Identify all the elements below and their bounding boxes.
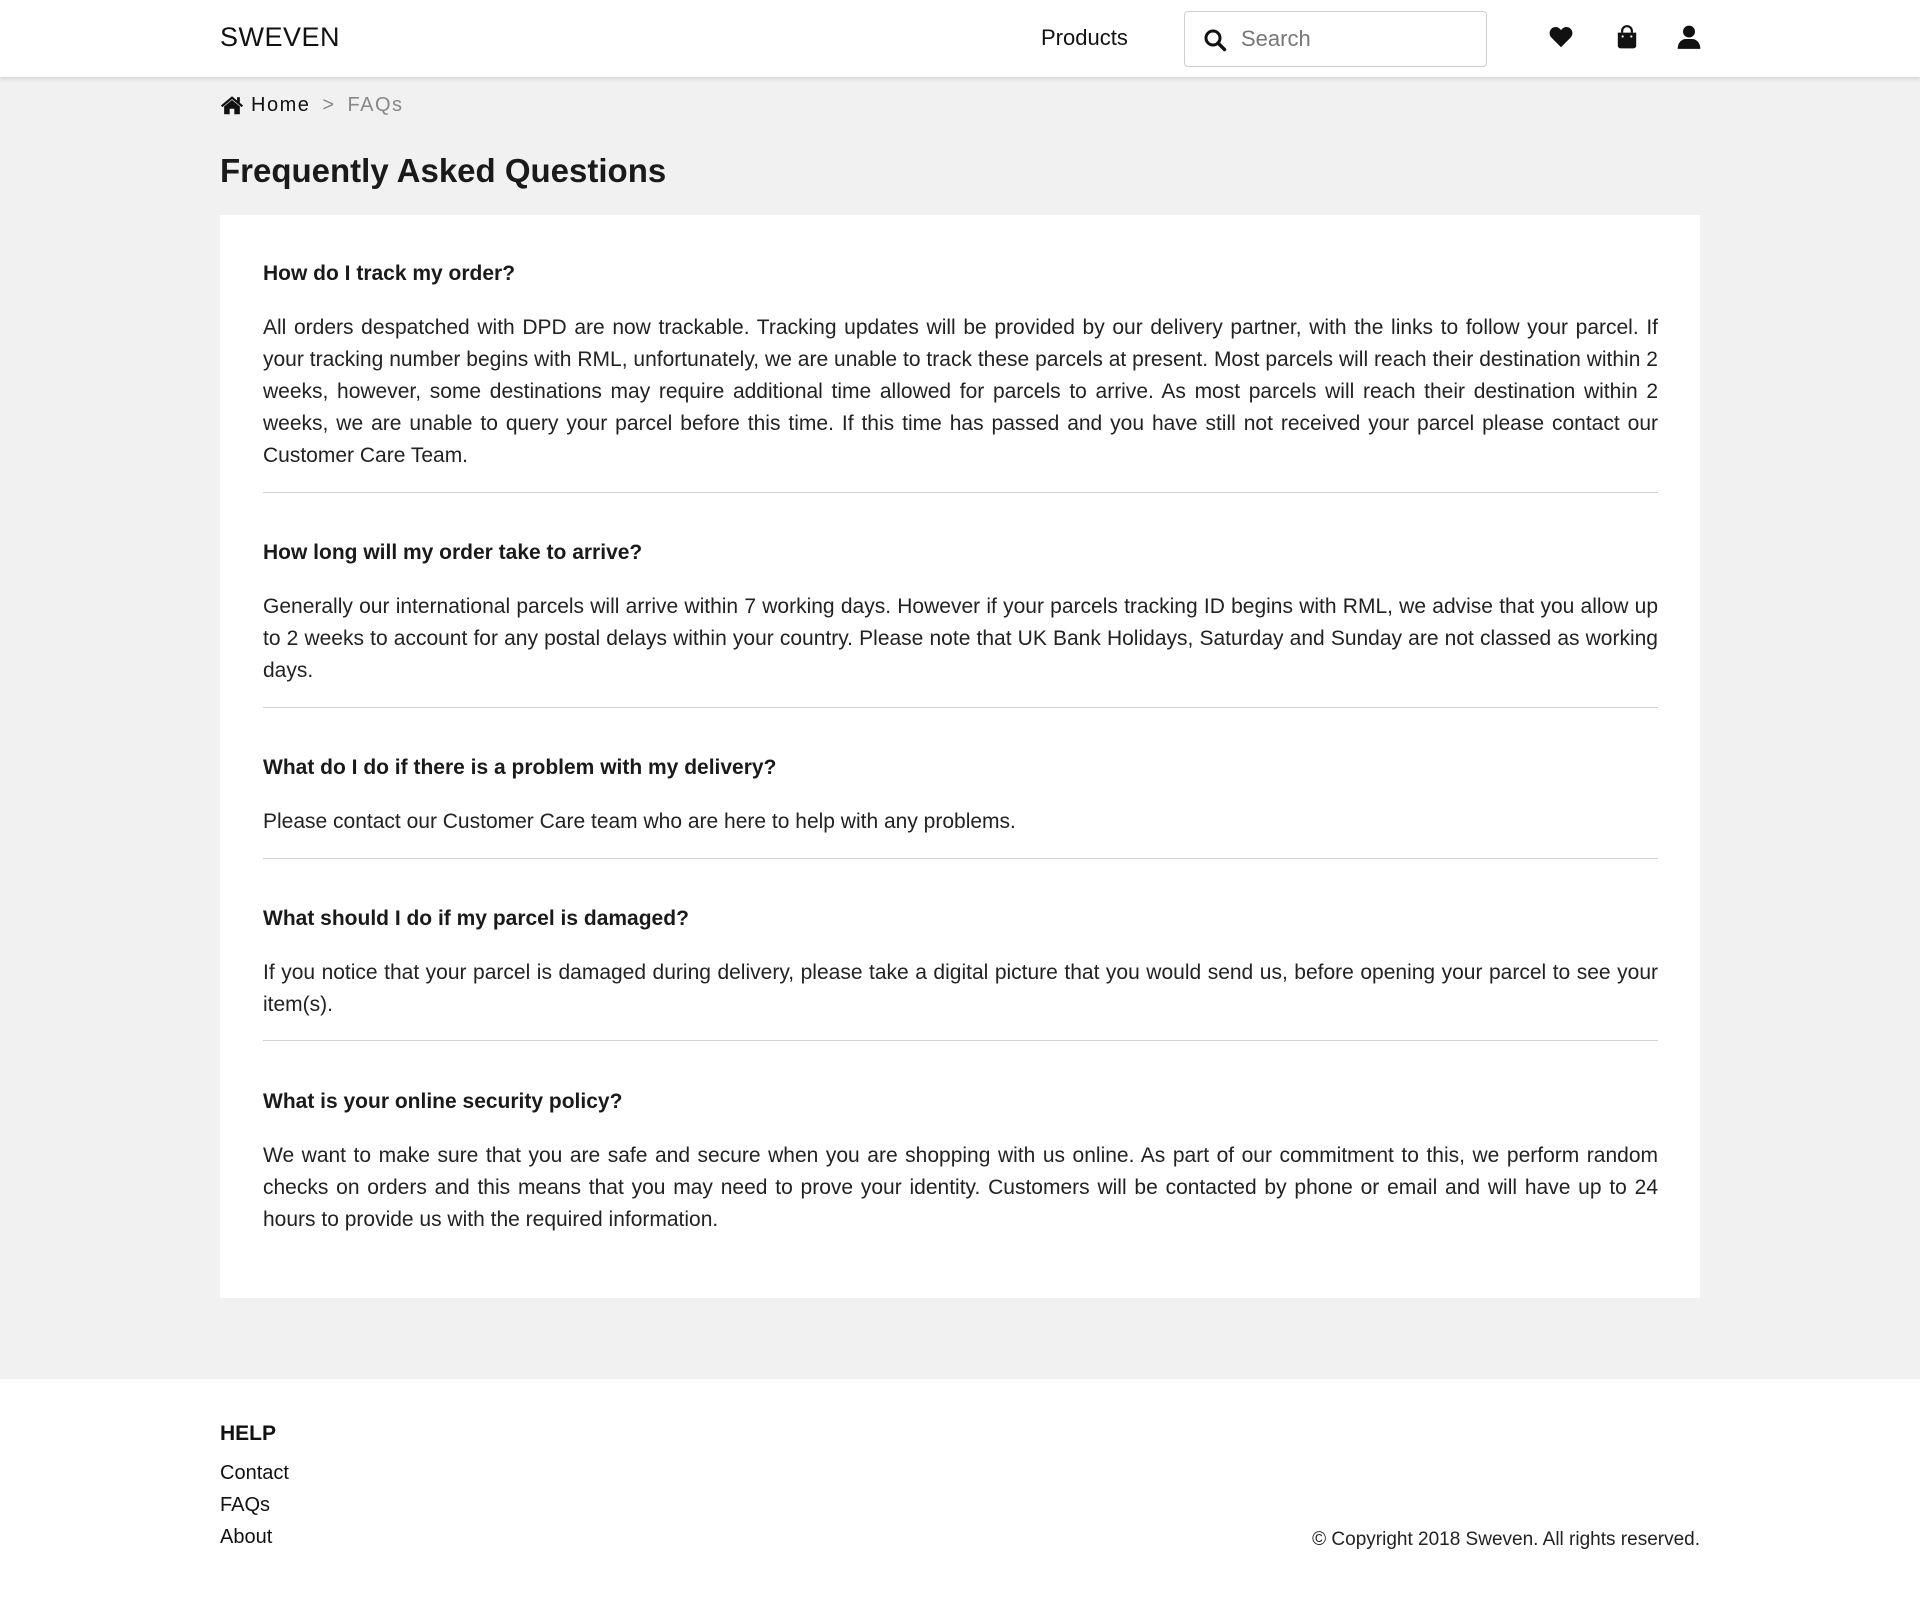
copyright-text: © Copyright 2018 Sweven. All rights rese… <box>1312 1529 1700 1550</box>
faq-question: What should I do if my parcel is damaged… <box>263 907 689 930</box>
footer-help-heading: HELP <box>220 1422 277 1445</box>
user-icon[interactable] <box>1676 24 1702 50</box>
faq-question: How do I track my order? <box>263 262 516 285</box>
search-box[interactable] <box>1184 11 1487 67</box>
site-footer: HELP Contact FAQs About © Copyright 2018… <box>0 1379 1920 1617</box>
faq-item: What do I do if there is a problem with … <box>263 752 1658 838</box>
shopping-bag-icon[interactable] <box>1614 24 1640 50</box>
faq-divider <box>263 707 1658 708</box>
faq-card: How do I track my order? All orders desp… <box>220 215 1700 1298</box>
faq-divider <box>263 858 1658 859</box>
faq-question: How long will my order take to arrive? <box>263 541 643 564</box>
breadcrumb-separator: > <box>322 93 336 116</box>
breadcrumb-home-link[interactable]: Home <box>251 94 310 117</box>
home-icon[interactable] <box>220 94 244 116</box>
top-header: SWEVEN Products <box>0 0 1920 77</box>
faq-item: How long will my order take to arrive? G… <box>263 537 1658 687</box>
faq-answer: We want to make sure that you are safe a… <box>263 1144 1658 1231</box>
faq-question: What do I do if there is a problem with … <box>263 756 777 779</box>
faq-divider <box>263 1040 1658 1041</box>
faq-item: What is your online security policy? We … <box>263 1086 1658 1236</box>
footer-link-faqs[interactable]: FAQs <box>220 1494 270 1517</box>
faq-answer: Generally our international parcels will… <box>263 595 1658 682</box>
search-icon[interactable] <box>1203 28 1227 52</box>
faq-divider <box>263 492 1658 493</box>
faq-answer: Please contact our Customer Care team wh… <box>263 810 1016 833</box>
faq-item: What should I do if my parcel is damaged… <box>263 903 1658 1021</box>
heart-icon[interactable] <box>1548 24 1574 50</box>
footer-link-contact[interactable]: Contact <box>220 1462 289 1485</box>
footer-link-about[interactable]: About <box>220 1526 272 1549</box>
faq-item: How do I track my order? All orders desp… <box>263 258 1658 472</box>
search-input[interactable] <box>1241 22 1471 56</box>
breadcrumb: Home > FAQs <box>220 92 404 118</box>
brand-logo[interactable]: SWEVEN <box>220 22 340 53</box>
nav-products-link[interactable]: Products <box>1041 25 1128 51</box>
breadcrumb-current: FAQs <box>347 93 404 116</box>
faq-question: What is your online security policy? <box>263 1090 623 1113</box>
faq-answer: If you notice that your parcel is damage… <box>263 961 1658 1016</box>
page-title: Frequently Asked Questions <box>220 152 667 189</box>
faq-answer: All orders despatched with DPD are now t… <box>263 316 1658 467</box>
